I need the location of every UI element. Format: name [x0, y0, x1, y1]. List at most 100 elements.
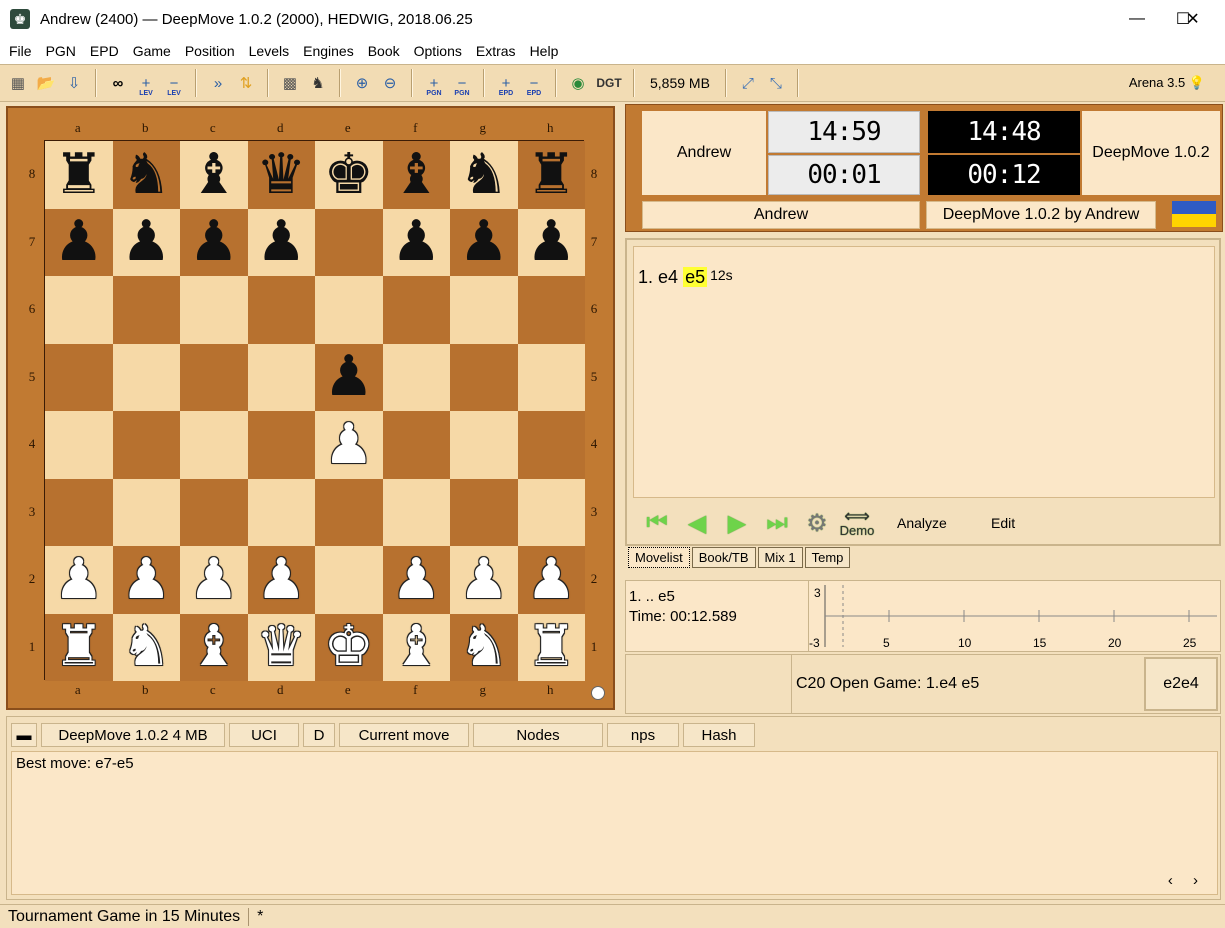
zoom-out-icon[interactable]: ⊖	[376, 69, 404, 97]
zoom-in-icon[interactable]: ⊕	[348, 69, 376, 97]
square-d8[interactable]: ♛	[247, 141, 315, 209]
fast-forward-icon[interactable]: »	[204, 69, 232, 97]
square-f5[interactable]	[382, 343, 450, 411]
menu-file[interactable]: File	[2, 43, 39, 59]
edit-button[interactable]: Edit	[991, 515, 1065, 531]
square-a4[interactable]	[45, 411, 113, 479]
black-pawn-icon[interactable]: ♟	[459, 214, 509, 270]
new-board-icon[interactable]: ▦	[4, 69, 32, 97]
square-d2[interactable]: ♟	[247, 546, 315, 614]
engine-scroll-arrows[interactable]: ‹ ›	[1168, 872, 1206, 889]
black-knight-icon[interactable]: ♞	[121, 146, 171, 203]
white-pawn-icon[interactable]: ♟	[256, 551, 306, 608]
black-king-icon[interactable]: ♚	[324, 146, 374, 203]
square-d6[interactable]	[247, 276, 315, 344]
menu-epd[interactable]: EPD	[83, 43, 126, 59]
white-pawn-icon[interactable]: ♟	[189, 551, 239, 608]
square-g2[interactable]: ♟	[450, 546, 518, 614]
square-h8[interactable]: ♜	[517, 141, 585, 209]
square-d4[interactable]	[247, 411, 315, 479]
square-f1[interactable]: ♝	[382, 613, 450, 681]
black-pawn-icon[interactable]: ♟	[189, 214, 239, 270]
tab-book-tb[interactable]: Book/TB	[691, 547, 756, 568]
square-b8[interactable]: ♞	[112, 141, 180, 209]
square-b3[interactable]	[112, 478, 180, 546]
fullscreen-icon[interactable]: ⤢	[734, 69, 762, 97]
move-black-current[interactable]: e5	[683, 267, 708, 287]
black-knight-icon[interactable]: ♞	[459, 146, 509, 203]
square-c3[interactable]	[180, 478, 248, 546]
menu-extras[interactable]: Extras	[469, 43, 523, 59]
open-folder-icon[interactable]: 📂	[32, 69, 60, 97]
white-pawn-icon[interactable]: ♟	[54, 551, 104, 608]
white-king-icon[interactable]: ♚	[324, 619, 374, 675]
square-g4[interactable]	[450, 411, 518, 479]
square-e6[interactable]	[315, 276, 383, 344]
square-e5[interactable]: ♟	[315, 343, 383, 411]
menu-position[interactable]: Position	[178, 43, 242, 59]
menu-levels[interactable]: Levels	[242, 43, 296, 59]
tab-mix-1[interactable]: Mix 1	[757, 547, 803, 568]
square-e7[interactable]	[315, 208, 383, 276]
square-f6[interactable]	[382, 276, 450, 344]
square-h3[interactable]	[517, 478, 585, 546]
square-b2[interactable]: ♟	[112, 546, 180, 614]
menu-game[interactable]: Game	[126, 43, 178, 59]
menu-pgn[interactable]: PGN	[39, 43, 83, 59]
square-g8[interactable]: ♞	[450, 141, 518, 209]
tab-movelist[interactable]: Movelist	[628, 547, 690, 568]
analyze-button[interactable]: Analyze	[897, 515, 971, 531]
white-rook-icon[interactable]: ♜	[54, 619, 104, 675]
close-button[interactable]: ✕	[1170, 0, 1216, 38]
pgn-plus-icon[interactable]: + PGN	[420, 69, 448, 98]
white-pawn-icon[interactable]: ♟	[526, 551, 576, 608]
square-c6[interactable]	[180, 276, 248, 344]
white-bishop-icon[interactable]: ♝	[189, 619, 239, 675]
square-c1[interactable]: ♝	[180, 613, 248, 681]
chess-board[interactable]: ♜ ♞ ♝ ♛ ♚ ♝ ♞ ♜ ♟ ♟ ♟ ♟ ♟ ♟ ♟ ♟ ♟ ♟ ♟ ♟ ♟ ♟ ♟ ♟ ♜ ♞ ♝ ♛ ♚ ♝ ♞ ♜	[44, 140, 585, 681]
square-g7[interactable]: ♟	[450, 208, 518, 276]
engine-toggle-icon[interactable]: ▬	[11, 723, 37, 747]
black-queen-icon[interactable]: ♛	[256, 146, 306, 203]
eval-graph[interactable]: 3 -3 5 10 15 20 25	[808, 581, 1220, 651]
square-a2[interactable]: ♟	[45, 546, 113, 614]
white-knight-icon[interactable]: ♞	[121, 619, 171, 675]
square-g6[interactable]	[450, 276, 518, 344]
lightbulb-icon[interactable]: 💡	[1189, 75, 1205, 90]
square-a7[interactable]: ♟	[45, 208, 113, 276]
black-pawn-icon[interactable]: ♟	[324, 349, 374, 405]
white-pawn-icon[interactable]: ♟	[121, 551, 171, 608]
menu-help[interactable]: Help	[523, 43, 566, 59]
square-g3[interactable]	[450, 478, 518, 546]
black-rook-icon[interactable]: ♜	[526, 146, 576, 203]
settings-gear-icon[interactable]: ⚙	[797, 506, 837, 540]
square-d5[interactable]	[247, 343, 315, 411]
epd-minus-icon[interactable]: − EPD	[520, 69, 548, 98]
black-pawn-icon[interactable]: ♟	[256, 214, 306, 270]
square-a8[interactable]: ♜	[45, 141, 113, 209]
square-b1[interactable]: ♞	[112, 613, 180, 681]
engine-match-icon[interactable]: ♞	[304, 69, 332, 97]
square-f2[interactable]: ♟	[382, 546, 450, 614]
square-h2[interactable]: ♟	[517, 546, 585, 614]
square-f3[interactable]	[382, 478, 450, 546]
square-e1[interactable]: ♚	[315, 613, 383, 681]
square-a3[interactable]	[45, 478, 113, 546]
square-c5[interactable]	[180, 343, 248, 411]
square-f7[interactable]: ♟	[382, 208, 450, 276]
square-a1[interactable]: ♜	[45, 613, 113, 681]
square-e3[interactable]	[315, 478, 383, 546]
black-pawn-icon[interactable]: ♟	[54, 214, 104, 270]
menu-book[interactable]: Book	[361, 43, 407, 59]
square-f4[interactable]	[382, 411, 450, 479]
black-pawn-icon[interactable]: ♟	[121, 214, 171, 270]
square-b7[interactable]: ♟	[112, 208, 180, 276]
square-g1[interactable]: ♞	[450, 613, 518, 681]
next-move-icon[interactable]: ▶	[717, 506, 757, 540]
menu-options[interactable]: Options	[407, 43, 469, 59]
infinite-analysis-icon[interactable]: ∞	[104, 69, 132, 97]
black-pawn-icon[interactable]: ♟	[391, 214, 441, 270]
black-rook-icon[interactable]: ♜	[54, 146, 104, 203]
white-queen-icon[interactable]: ♛	[256, 619, 306, 675]
square-f8[interactable]: ♝	[382, 141, 450, 209]
